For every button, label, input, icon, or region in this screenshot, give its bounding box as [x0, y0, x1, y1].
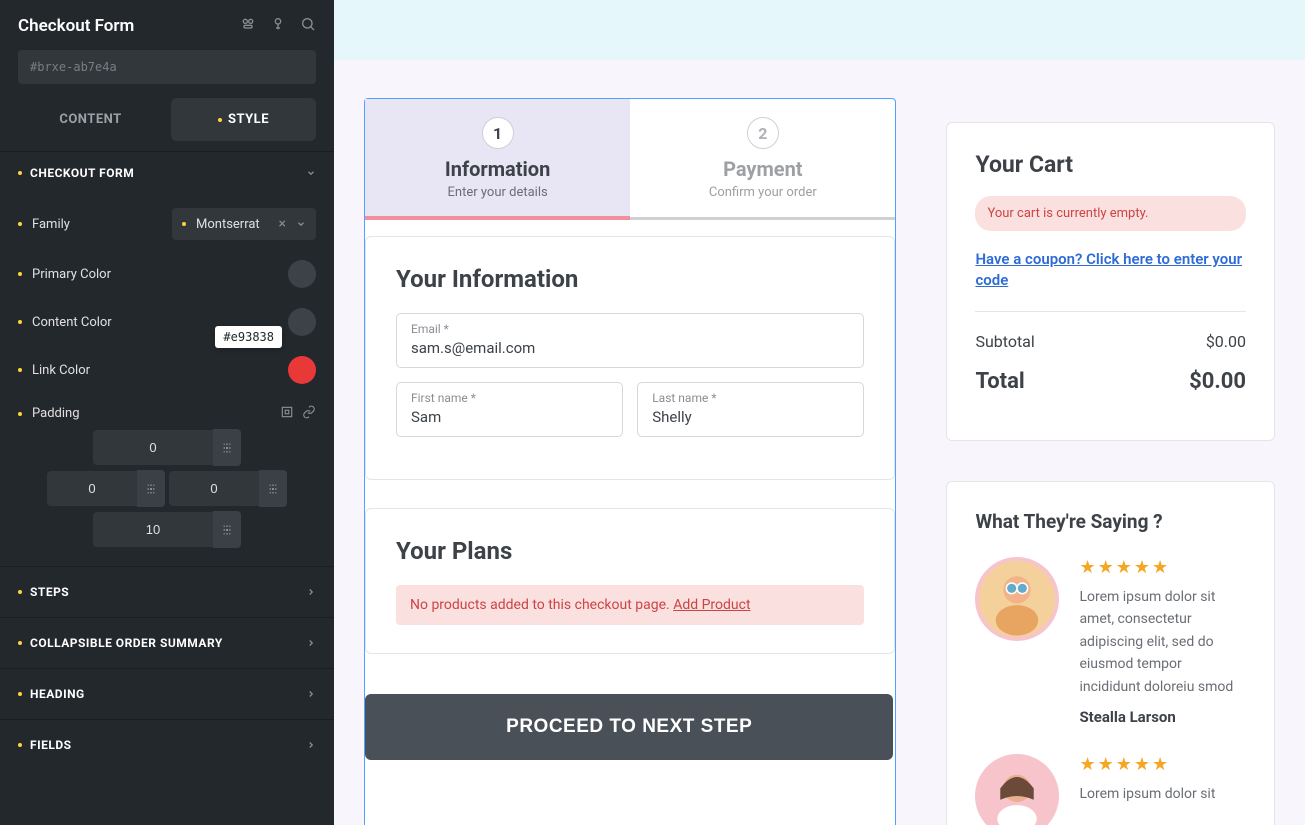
- padding-left-input[interactable]: [47, 471, 137, 506]
- cart-card: Your Cart Your cart is currently empty. …: [946, 122, 1275, 441]
- box-model-icon[interactable]: [280, 404, 294, 423]
- padding-top: [93, 429, 241, 466]
- section-checkout-form[interactable]: CHECKOUT FORM: [0, 151, 334, 194]
- email-field[interactable]: Email * sam.s@email.com: [396, 313, 864, 368]
- unit-icon[interactable]: [137, 470, 165, 507]
- subtotal-row: Subtotal $0.00: [975, 332, 1246, 351]
- cart-empty-alert: Your cart is currently empty.: [975, 196, 1246, 231]
- section-heading[interactable]: HEADING: [0, 668, 334, 719]
- control-primary-color: Primary Color: [18, 250, 316, 298]
- coupon-link[interactable]: Have a coupon? Click here to enter your …: [975, 249, 1246, 291]
- field-value: Sam: [411, 408, 441, 426]
- section-fields[interactable]: FIELDS: [0, 719, 334, 770]
- total-row: Total $0.00: [975, 369, 1246, 394]
- padding-bottom-input[interactable]: [93, 512, 213, 547]
- review-item: ★★★★★ Lorem ipsum dolor sit amet, consec…: [975, 557, 1246, 726]
- content-color-swatch[interactable]: [288, 308, 316, 336]
- step-subtitle: Enter your details: [375, 185, 620, 200]
- avatar: [975, 754, 1059, 825]
- step-title: Information: [375, 157, 620, 181]
- review-item: ★★★★★ Lorem ipsum dolor sit: [975, 754, 1246, 825]
- family-select[interactable]: Montserrat ×: [172, 208, 316, 240]
- chevron-right-icon: [306, 638, 316, 648]
- field-label: Email *: [411, 322, 849, 336]
- sidebar-header: Checkout Form: [0, 0, 334, 50]
- padding-inputs: [18, 429, 316, 548]
- chevron-down-icon: [296, 219, 306, 229]
- plans-heading: Your Plans: [396, 537, 864, 565]
- unit-icon[interactable]: [213, 429, 241, 466]
- chevron-right-icon: [306, 587, 316, 597]
- chevron-right-icon: [306, 689, 316, 699]
- cart-heading: Your Cart: [975, 151, 1246, 178]
- padding-right: [169, 470, 287, 507]
- no-products-alert: No products added to this checkout page.…: [396, 585, 864, 625]
- clone-icon[interactable]: [240, 16, 256, 36]
- canvas: 1 Information Enter your details 2 Payme…: [334, 0, 1305, 825]
- first-name-field[interactable]: First name * Sam: [396, 382, 623, 437]
- info-heading: Your Information: [396, 265, 864, 293]
- sidebar: Checkout Form #brxe-ab7e4a CONTENT STYLE…: [0, 0, 334, 825]
- tab-style[interactable]: STYLE: [171, 98, 316, 141]
- reviews-heading: What They're Saying ?: [975, 510, 1246, 533]
- step-title: Payment: [640, 157, 885, 181]
- step-information[interactable]: 1 Information Enter your details: [365, 99, 630, 220]
- step-subtitle: Confirm your order: [640, 185, 885, 200]
- control-family: Family Montserrat ×: [18, 198, 316, 250]
- lock-icon[interactable]: [270, 16, 286, 36]
- field-value: sam.s@email.com: [411, 339, 535, 357]
- unit-icon[interactable]: [259, 470, 287, 507]
- clear-icon[interactable]: ×: [279, 216, 286, 232]
- star-rating-icon: ★★★★★: [1079, 557, 1246, 578]
- divider: [975, 311, 1246, 312]
- search-icon[interactable]: [300, 16, 316, 36]
- step-payment[interactable]: 2 Payment Confirm your order: [630, 99, 895, 217]
- control-content-color: Content Color #e93838: [18, 298, 316, 346]
- padding-left: [47, 470, 165, 507]
- element-id-input[interactable]: #brxe-ab7e4a: [18, 50, 316, 84]
- padding-top-input[interactable]: [93, 430, 213, 465]
- control-link-color: Link Color: [18, 346, 316, 394]
- link-color-swatch[interactable]: [288, 356, 316, 384]
- primary-color-swatch[interactable]: [288, 260, 316, 288]
- avatar: [975, 557, 1059, 641]
- chevron-down-icon: [306, 168, 316, 178]
- panel-title: Checkout Form: [18, 16, 134, 36]
- step-number: 1: [482, 117, 514, 149]
- color-tooltip: #e93838: [215, 326, 282, 348]
- reviews-card: What They're Saying ? ★★★★★ Lorem ipsum …: [946, 481, 1275, 825]
- checkout-form-element[interactable]: 1 Information Enter your details 2 Payme…: [364, 98, 896, 825]
- padding-bottom: [93, 511, 241, 548]
- last-name-field[interactable]: Last name * Shelly: [637, 382, 864, 437]
- star-rating-icon: ★★★★★: [1079, 754, 1215, 775]
- reviewer-name: Stealla Larson: [1079, 708, 1246, 726]
- add-product-link[interactable]: Add Product: [673, 597, 750, 613]
- your-plans-card: Your Plans No products added to this che…: [365, 508, 895, 654]
- checkout-steps: 1 Information Enter your details 2 Payme…: [365, 99, 895, 220]
- sidebar-tabs: CONTENT STYLE: [0, 98, 334, 151]
- tab-content[interactable]: CONTENT: [18, 98, 163, 141]
- your-information-card: Your Information Email * sam.s@email.com…: [365, 236, 895, 480]
- review-text: Lorem ipsum dolor sit amet, consectetur …: [1079, 586, 1246, 698]
- checkout-form-controls: Family Montserrat × Primary Color Conten…: [0, 194, 334, 566]
- proceed-button[interactable]: PROCEED TO NEXT STEP: [365, 694, 893, 760]
- link-values-icon[interactable]: [302, 404, 316, 423]
- field-label: Last name *: [652, 391, 849, 405]
- field-value: Shelly: [652, 408, 692, 426]
- control-padding: Padding: [18, 394, 316, 429]
- chevron-right-icon: [306, 740, 316, 750]
- right-column: Your Cart Your cart is currently empty. …: [946, 98, 1275, 825]
- section-collapsible-summary[interactable]: COLLAPSIBLE ORDER SUMMARY: [0, 617, 334, 668]
- field-label: First name *: [411, 391, 608, 405]
- step-number: 2: [747, 117, 779, 149]
- section-steps[interactable]: STEPS: [0, 566, 334, 617]
- review-text: Lorem ipsum dolor sit: [1079, 783, 1215, 805]
- unit-icon[interactable]: [213, 511, 241, 548]
- padding-right-input[interactable]: [169, 471, 259, 506]
